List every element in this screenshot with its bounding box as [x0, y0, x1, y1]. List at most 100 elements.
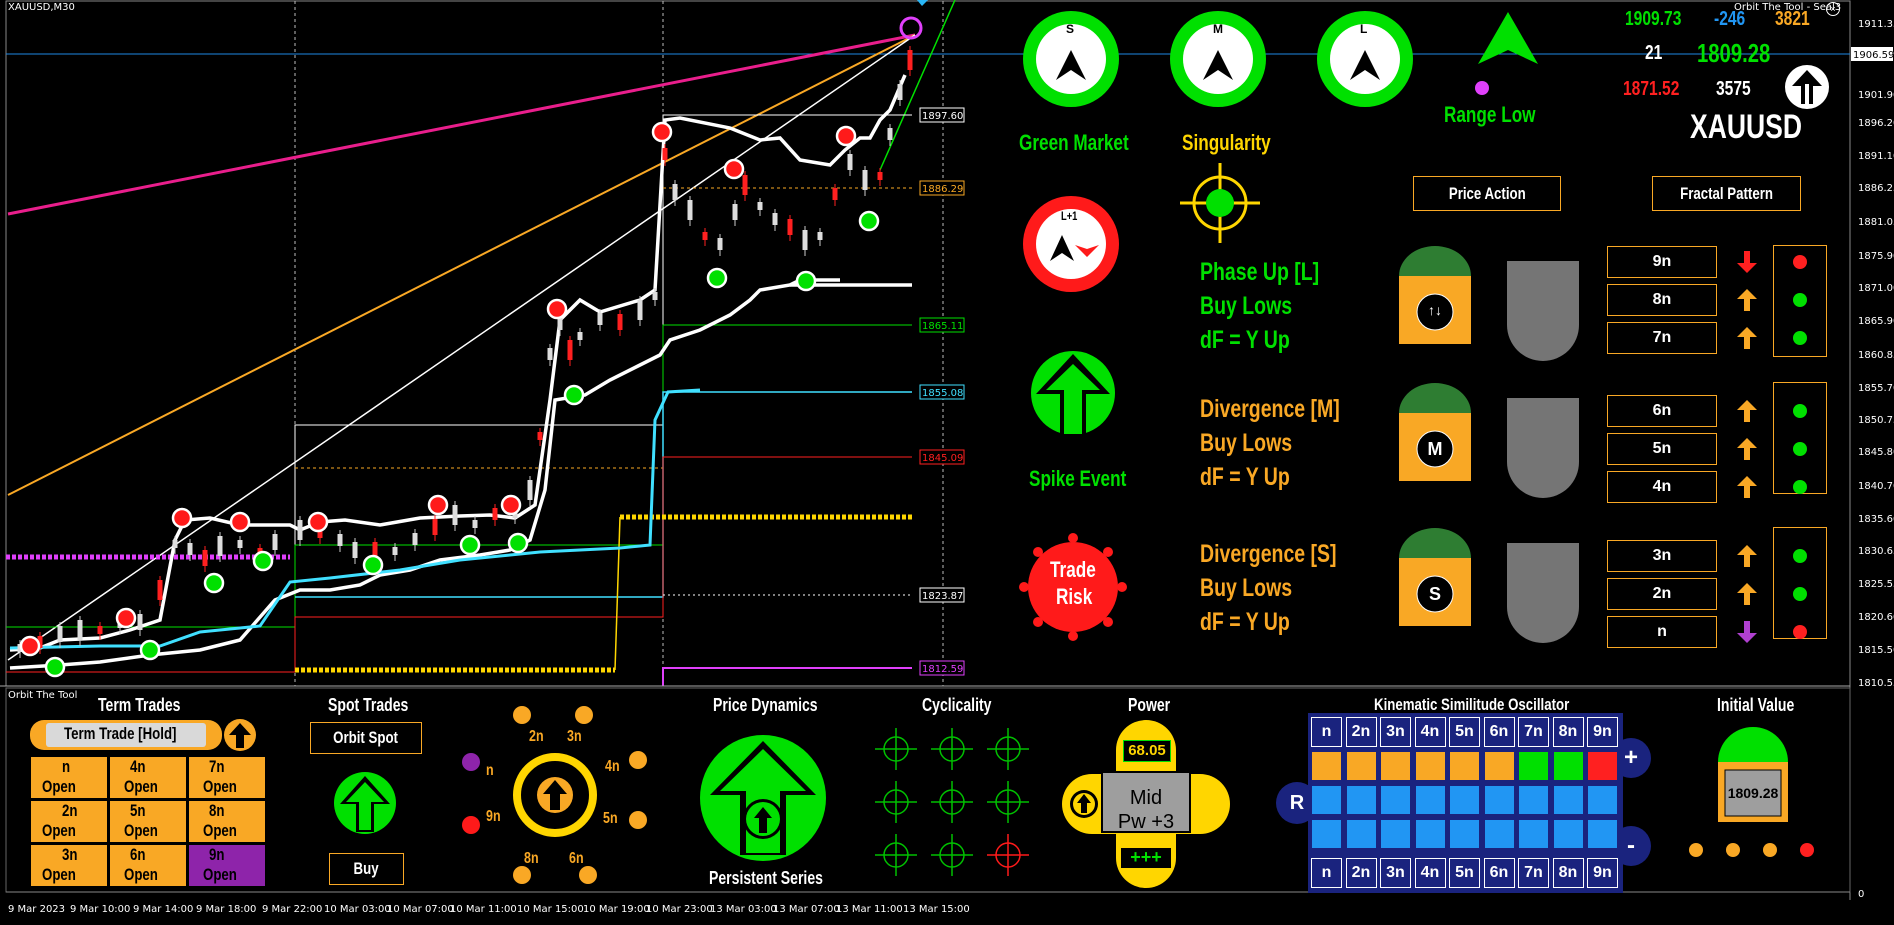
kso-header-bottom: n [1311, 858, 1342, 888]
term-cell-line1: n [62, 757, 71, 776]
range-dot [1475, 81, 1489, 95]
fractal-status-dot [1793, 549, 1807, 563]
buy-signal-dot [563, 384, 585, 406]
kso-cell-row3 [1312, 820, 1341, 848]
fractal-label: 2n [1652, 585, 1672, 602]
fractal-3n[interactable]: 3n [1607, 540, 1717, 572]
fractal-label: 4n [1652, 478, 1672, 495]
time-tick: 10 Mar 23:00 [646, 904, 713, 915]
arrow-down-icon [1737, 251, 1757, 273]
kso-header-bottom: 5n [1449, 858, 1480, 888]
time-tick: 13 Mar 03:00 [710, 904, 777, 915]
price-tick: 0 [1858, 889, 1864, 900]
fractal-2n[interactable]: 2n [1607, 578, 1717, 610]
fractal-5n[interactable]: 5n [1607, 433, 1717, 465]
kso-cell-row2 [1588, 786, 1617, 814]
gauge-label: M [1213, 22, 1223, 36]
kso-cell-row1 [1519, 752, 1548, 780]
buy-signal-dot [706, 267, 728, 289]
signal-phase-block [1399, 528, 1471, 626]
fractal-4n[interactable]: 4n [1607, 471, 1717, 503]
fractal-status-dot [1793, 404, 1807, 418]
fractal-9n[interactable]: 9n [1607, 246, 1717, 278]
fractal-label: 7n [1652, 329, 1672, 346]
signal-line2: Buy Lows [1200, 429, 1293, 457]
term-trade-cell[interactable]: 3n Open [30, 844, 108, 887]
persistent-series-icon [700, 735, 826, 861]
kso-cell-row2 [1484, 786, 1514, 814]
kso-cell-row1 [1484, 752, 1514, 780]
symbol-timeframe-label: XAUUSD,M30 [8, 2, 75, 13]
signal-title: Phase Up [L] [1200, 258, 1320, 286]
time-tick: 13 Mar 07:00 [773, 904, 840, 915]
fractal-pattern-button[interactable]: Fractal Pattern [1652, 176, 1801, 211]
buy-button[interactable]: Buy [329, 853, 404, 885]
term-cell-line1: 9n [209, 845, 225, 864]
sell-signal-dot [835, 125, 857, 147]
sell-signal-dot [307, 511, 329, 533]
buy-signal-dot [795, 270, 817, 292]
sell-signal-dot [115, 607, 137, 629]
term-cell-line1: 7n [209, 757, 225, 776]
price-tick: 1886.25 [1858, 183, 1894, 194]
price-dynamics-title: Price Dynamics [713, 695, 818, 715]
kso-cell-row1 [1450, 752, 1479, 780]
cycle-crosshair-icon [987, 728, 1029, 770]
cycle-crosshair-icon [931, 781, 973, 823]
price-tick: 1871.00 [1858, 283, 1894, 294]
fractal-dot-frame [1773, 527, 1827, 639]
price-action-button[interactable]: Price Action [1413, 176, 1561, 211]
cyclicality-title: Cyclicality [922, 695, 992, 715]
fractal-6n[interactable]: 6n [1607, 395, 1717, 427]
term-trade-cell[interactable]: 4n Open [109, 756, 187, 799]
time-tick: 9 Mar 18:00 [196, 904, 256, 915]
term-trades-title: Term Trades [98, 695, 181, 715]
level-tag-value: 1823.87 [922, 591, 963, 602]
fractal-label: 8n [1652, 291, 1672, 308]
price-tick: 1810.55 [1858, 678, 1894, 689]
fractal-status-dot [1793, 331, 1807, 345]
term-trade-cell[interactable]: 2n Open [30, 800, 108, 843]
trendline-orange [7, 34, 916, 496]
up-triangle-icon [1478, 12, 1538, 64]
term-trade-cell[interactable]: 9n Open [188, 844, 266, 887]
trade-risk-line2: Risk [1056, 584, 1093, 609]
fractal-8n[interactable]: 8n [1607, 284, 1717, 316]
kso-header-bottom: 3n [1380, 858, 1411, 888]
arrow-down-icon [1737, 621, 1757, 643]
time-tick: 10 Mar 07:00 [387, 904, 454, 915]
price-tick: 1901.90 [1858, 90, 1894, 101]
close-icon[interactable]: × [1826, 2, 1840, 16]
orbit-label: 9n [486, 808, 501, 825]
price-tick: 1845.80 [1858, 447, 1894, 458]
term-trade-cell[interactable]: 8n Open [188, 800, 266, 843]
term-trade-cell[interactable]: 5n Open [109, 800, 187, 843]
orbit-spot-button[interactable]: Orbit Spot [310, 722, 422, 754]
fractal-7n[interactable]: 7n [1607, 322, 1717, 354]
orbit-label: 3n [567, 728, 582, 745]
kso-cell-row1 [1346, 752, 1376, 780]
sell-signal-dot [500, 494, 522, 516]
level-tags: 1897.60 1886.29 1865.11 1855.08 1845.09 1823.… [919, 107, 965, 676]
orbit-label: 5n [603, 810, 618, 827]
term-trade-cell[interactable]: n Open [30, 756, 108, 799]
cycle-crosshair-icon [875, 728, 917, 770]
term-trade-cell[interactable]: 7n Open [188, 756, 266, 799]
arrow-up-icon [1737, 400, 1757, 422]
kso-header-top: 4n [1414, 717, 1446, 747]
term-up-arrow-icon [224, 719, 256, 751]
fractal-label: n [1657, 623, 1667, 640]
term-trade-hold-pill[interactable]: Term Trade [Hold] [30, 720, 222, 750]
stat-high: 1909.73 [1625, 8, 1682, 30]
orbit-label: n [486, 762, 494, 779]
kso-header-bottom: 9n [1587, 858, 1618, 888]
term-cell-line2: Open [124, 821, 158, 840]
term-trade-cell[interactable]: 6n Open [109, 844, 187, 887]
fractal-n[interactable]: n [1607, 616, 1717, 648]
term-cell-line1: 2n [62, 801, 78, 820]
initial-value-dot [1726, 843, 1740, 857]
price-tick: 1840.70 [1858, 481, 1894, 492]
level-tag-value: 1845.09 [922, 453, 963, 464]
sell-signal-dot [723, 158, 745, 180]
kso-cell-row3 [1553, 820, 1583, 848]
